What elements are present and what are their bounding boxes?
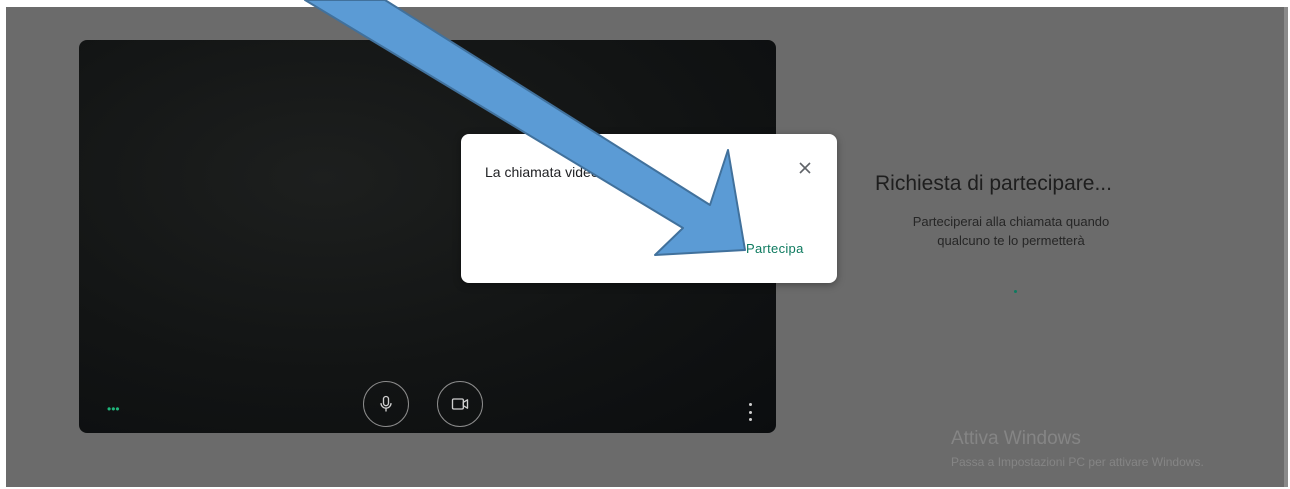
microphone-icon <box>380 395 392 412</box>
side-panel-title: Richiesta di partecipare... <box>875 172 1112 195</box>
side-panel-description: Parteciperai alla chiamata quando qualcu… <box>866 212 1156 250</box>
dialog-title: La chiamata video <box>485 164 599 180</box>
side-panel-description-line2: qualcuno te lo permetterà <box>937 233 1085 248</box>
side-panel-description-line1: Parteciperai alla chiamata quando <box>912 214 1110 229</box>
close-icon[interactable] <box>795 158 815 178</box>
scrollbar[interactable] <box>1284 7 1288 487</box>
windows-activation-title: Attiva Windows <box>951 428 1081 449</box>
exit-button[interactable]: Esci <box>684 241 710 256</box>
join-dialog: La chiamata video Esci Partecipa <box>461 134 837 283</box>
microphone-button[interactable] <box>363 381 409 427</box>
windows-activation-subtitle: Passa a Impostazioni PC per attivare Win… <box>951 455 1204 469</box>
meet-overlay-screen: ••• Richiesta di partecipare... Partecip… <box>6 7 1284 487</box>
more-vert-icon[interactable] <box>748 403 752 421</box>
camera-button[interactable] <box>437 381 483 427</box>
video-camera-icon <box>451 398 469 410</box>
loading-dot-icon <box>1014 290 1017 293</box>
status-dots-icon: ••• <box>107 402 120 416</box>
join-button[interactable]: Partecipa <box>746 241 804 256</box>
